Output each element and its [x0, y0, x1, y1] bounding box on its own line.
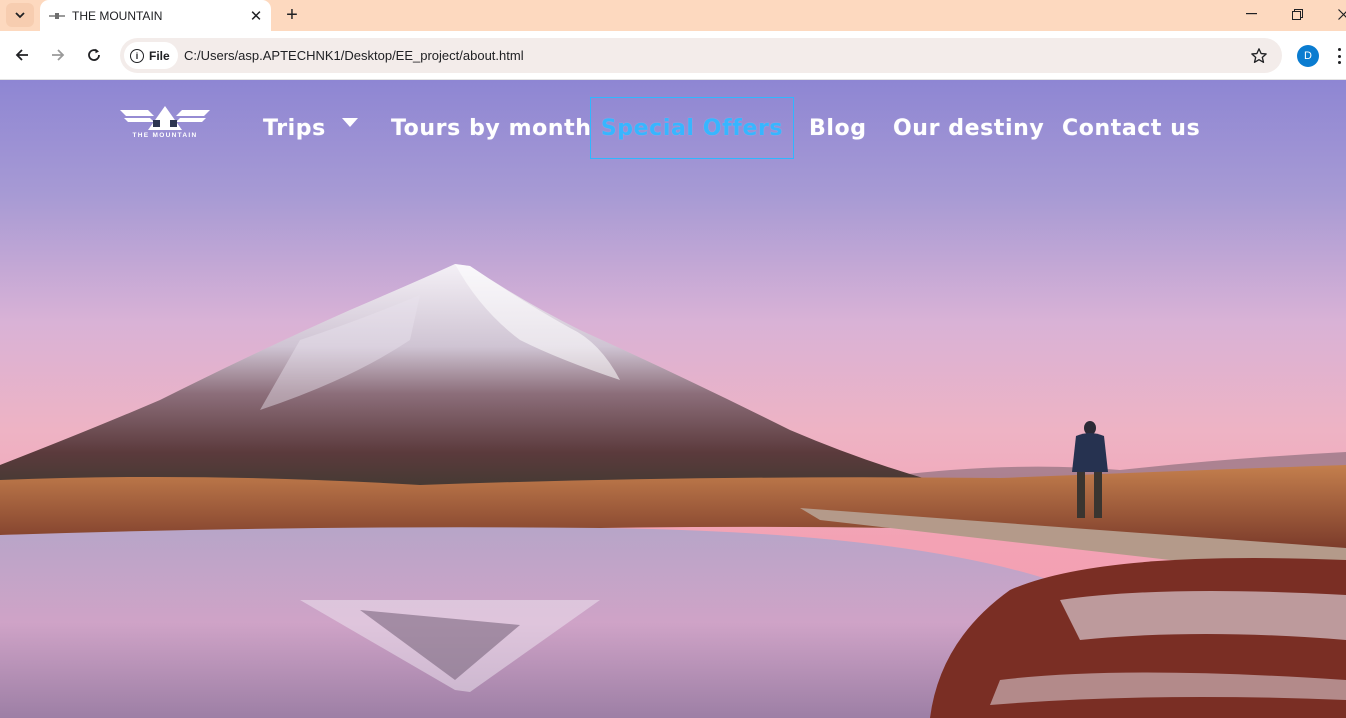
- nav-item-tours-by-month[interactable]: Tours by month: [391, 97, 592, 159]
- mountain-logo-icon: [120, 106, 210, 130]
- plus-icon[interactable]: +: [280, 3, 304, 27]
- url-text[interactable]: C:/Users/asp.APTECHNK1/Desktop/EE_projec…: [184, 48, 524, 63]
- forward-arrow-icon[interactable]: [44, 41, 72, 69]
- address-bar[interactable]: i File C:/Users/asp.APTECHNK1/Desktop/EE…: [120, 38, 1282, 73]
- close-icon[interactable]: ✕: [246, 6, 266, 26]
- star-icon[interactable]: [1247, 44, 1271, 68]
- browser-tabstrip: THE MOUNTAIN ✕ +: [0, 0, 1346, 31]
- site-logo[interactable]: THE MOUNTAIN: [118, 102, 212, 144]
- nav-item-special-offers[interactable]: Special Offers: [590, 97, 794, 159]
- kebab-menu-icon[interactable]: [1332, 45, 1346, 67]
- browser-tab[interactable]: THE MOUNTAIN ✕: [40, 0, 271, 31]
- window-close-icon[interactable]: [1320, 0, 1346, 28]
- nav-item-label: Trips: [263, 115, 326, 141]
- mountain-hero-image: [0, 80, 1346, 718]
- caret-down-icon: [341, 117, 358, 127]
- nav-item-our-destiny[interactable]: Our destiny: [893, 97, 1044, 159]
- site-favicon-icon: [49, 11, 65, 21]
- browser-toolbar: i File C:/Users/asp.APTECHNK1/Desktop/EE…: [0, 31, 1346, 80]
- nav-item-contact-us[interactable]: Contact us: [1062, 97, 1200, 159]
- restore-icon[interactable]: [1274, 0, 1320, 28]
- chevron-down-icon: [15, 11, 25, 18]
- back-arrow-icon[interactable]: [8, 41, 36, 69]
- nav-item-trips[interactable]: Trips: [263, 97, 358, 159]
- tab-title: THE MOUNTAIN: [72, 8, 163, 23]
- info-icon: i: [130, 48, 144, 63]
- profile-avatar[interactable]: D: [1297, 45, 1319, 67]
- tab-search-button[interactable]: [6, 3, 34, 27]
- minimize-icon[interactable]: [1228, 0, 1274, 28]
- logo-text: THE MOUNTAIN: [132, 132, 198, 139]
- nav-item-blog[interactable]: Blog: [809, 97, 867, 159]
- file-label: File: [149, 48, 170, 63]
- reload-icon[interactable]: [80, 41, 108, 69]
- hero-section: THE MOUNTAIN Trips Tours by month Specia…: [0, 80, 1346, 718]
- site-info-chip[interactable]: i File: [124, 42, 178, 69]
